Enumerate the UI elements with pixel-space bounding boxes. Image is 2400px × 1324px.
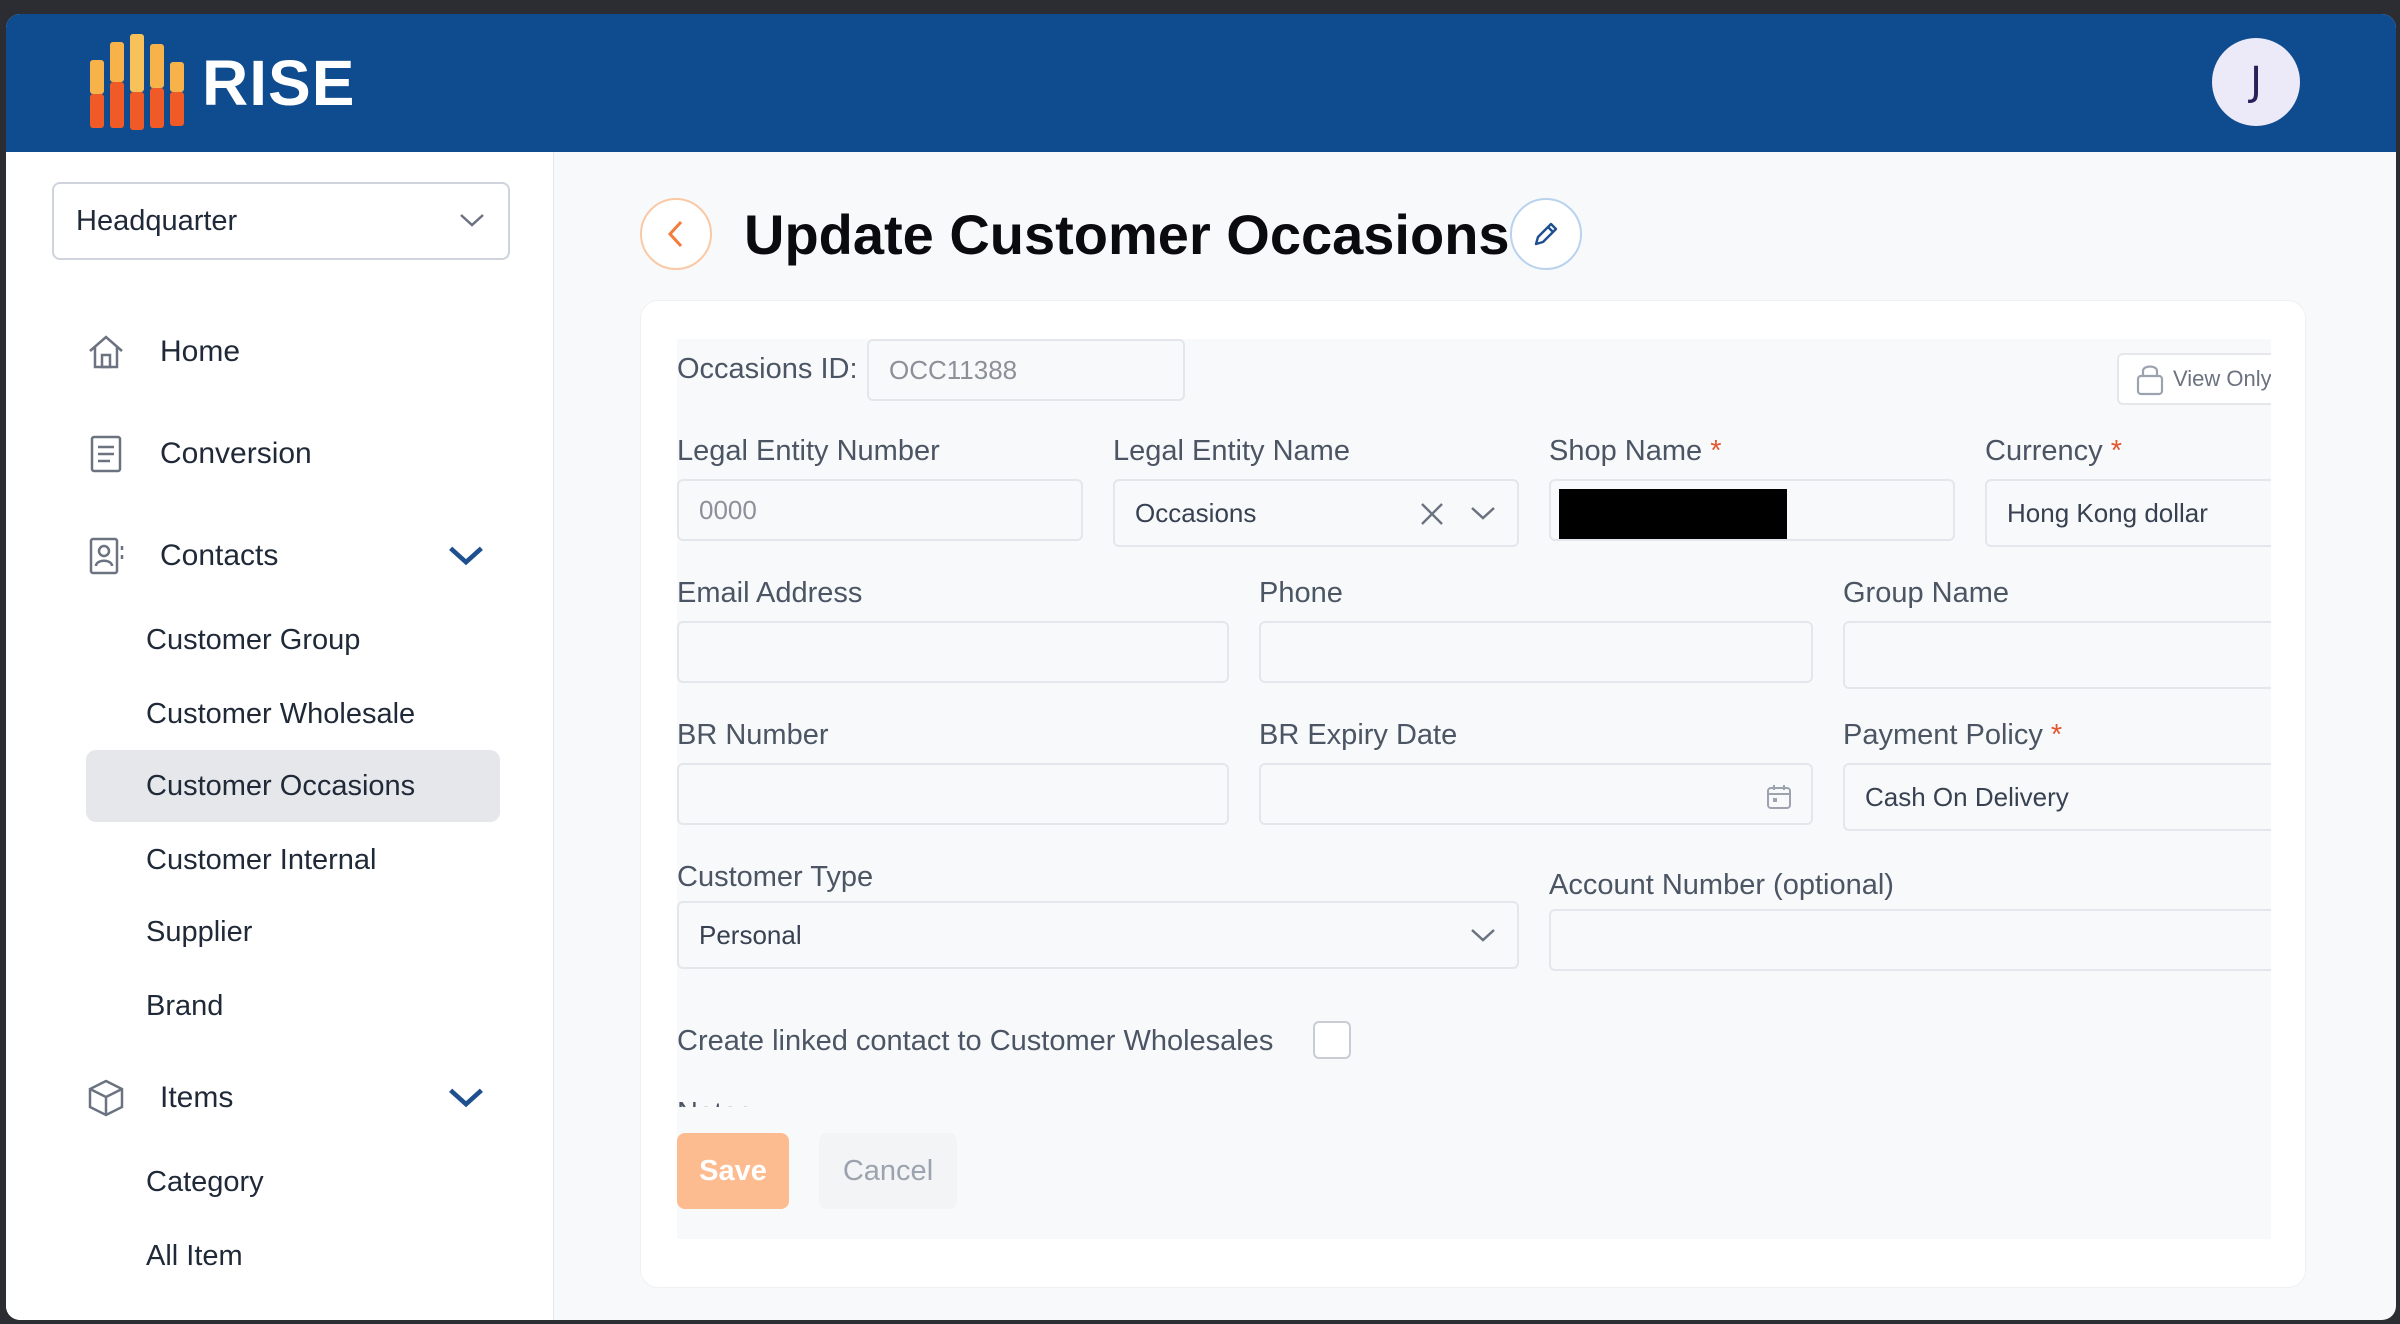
chevron-down-icon <box>460 214 484 227</box>
app-window: RISE J Headquarter Home Conversion Conta… <box>6 14 2396 1320</box>
notes-label: Notes <box>677 1093 753 1107</box>
user-avatar[interactable]: J <box>2212 38 2300 126</box>
save-button[interactable]: Save <box>677 1133 789 1209</box>
view-only-label: View Only <box>2173 366 2271 391</box>
calendar-icon[interactable] <box>1765 783 1793 811</box>
cancel-button[interactable]: Cancel <box>819 1133 957 1209</box>
chevron-left-icon <box>667 220 683 248</box>
box-icon <box>88 1079 124 1117</box>
contacts-icon <box>89 537 124 575</box>
br-expiry-label: BR Expiry Date <box>1259 719 1458 751</box>
sidebar: Headquarter Home Conversion Contacts Cus… <box>6 152 554 1320</box>
shop-name-label: Shop Name * <box>1549 435 1722 468</box>
sidebar-item-label: All Item <box>146 1239 243 1272</box>
chevron-down-icon <box>1471 507 1495 520</box>
email-input[interactable] <box>677 621 1229 683</box>
occasions-id-label: Occasions ID: <box>677 353 858 385</box>
chevron-down-icon <box>449 1088 483 1108</box>
payment-policy-select[interactable]: Cash On Delivery <box>1843 763 2271 831</box>
chevron-down-icon <box>449 546 483 566</box>
phone-label: Phone <box>1259 577 1343 609</box>
sidebar-item-contacts[interactable]: Contacts <box>86 536 506 576</box>
currency-label: Currency * <box>1985 435 2122 468</box>
sidebar-item-label: Customer Group <box>146 623 361 656</box>
lock-icon <box>2136 365 2164 396</box>
redacted-value <box>1559 489 1787 539</box>
sidebar-item-items[interactable]: Items <box>86 1078 506 1118</box>
sidebar-item-brand[interactable]: Brand <box>86 970 500 1042</box>
account-number-input[interactable] <box>1549 909 2271 971</box>
sidebar-item-all-item[interactable]: All Item <box>86 1220 500 1292</box>
branch-select[interactable]: Headquarter <box>52 182 510 260</box>
customer-type-value: Personal <box>699 919 802 950</box>
sidebar-item-label: Customer Occasions <box>146 769 416 802</box>
sidebar-item-category[interactable]: Category <box>86 1146 500 1218</box>
pencil-icon <box>1534 222 1558 246</box>
sidebar-item-label: Customer Internal <box>146 843 377 876</box>
app-name: RISE <box>202 47 356 119</box>
sidebar-item-label: Contacts <box>160 539 279 572</box>
phone-input[interactable] <box>1259 621 1813 683</box>
shop-name-input[interactable] <box>1549 479 1955 541</box>
clear-icon[interactable] <box>1419 501 1445 527</box>
currency-label-text: Currency <box>1985 435 2103 467</box>
sidebar-item-home[interactable]: Home <box>86 332 240 372</box>
legal-entity-name-select[interactable]: Occasions <box>1113 479 1519 547</box>
currency-select[interactable]: Hong Kong dollar <box>1985 479 2271 547</box>
sidebar-item-label: Customer Wholesale <box>146 697 416 730</box>
rise-logo-icon <box>90 34 184 130</box>
sidebar-item-customer-wholesale[interactable]: Customer Wholesale <box>86 678 500 750</box>
account-number-label: Account Number (optional) <box>1549 869 1894 901</box>
form-card: Occasions ID: OCC11388 View Only Legal E… <box>640 300 2306 1288</box>
sidebar-item-customer-group[interactable]: Customer Group <box>86 604 500 676</box>
linked-contact-checkbox[interactable] <box>1313 1021 1351 1059</box>
required-mark: * <box>2050 719 2063 751</box>
sidebar-item-label: Home <box>160 335 241 368</box>
group-name-select[interactable] <box>1843 621 2271 689</box>
occasions-id-field: OCC11388 <box>867 339 1185 401</box>
required-mark: * <box>1710 435 1722 467</box>
br-number-label: BR Number <box>677 719 829 751</box>
top-bar: RISE J <box>6 14 2396 152</box>
home-icon <box>89 335 123 369</box>
back-button[interactable] <box>640 198 712 270</box>
legal-entity-number-input[interactable]: 0000 <box>677 479 1083 541</box>
group-name-label: Group Name <box>1843 577 2010 609</box>
legal-entity-name-label: Legal Entity Name <box>1113 435 1350 467</box>
sidebar-item-supplier[interactable]: Supplier <box>86 896 500 968</box>
payment-policy-label-text: Payment Policy <box>1843 719 2043 751</box>
shop-name-label-text: Shop Name <box>1549 435 1703 467</box>
branch-select-value: Headquarter <box>76 204 238 237</box>
sidebar-item-customer-occasions[interactable]: Customer Occasions <box>86 750 500 822</box>
linked-contact-label: Create linked contact to Customer Wholes… <box>677 1025 1274 1057</box>
sidebar-item-label: Supplier <box>146 915 253 948</box>
customer-type-label: Customer Type <box>677 861 874 893</box>
legal-entity-name-value: Occasions <box>1135 497 1257 528</box>
sidebar-item-label: Conversion <box>160 437 312 470</box>
sidebar-item-conversion[interactable]: Conversion <box>86 434 312 474</box>
sidebar-item-label: Items <box>160 1081 234 1114</box>
br-number-input[interactable] <box>677 763 1229 825</box>
br-expiry-date-input[interactable] <box>1259 763 1813 825</box>
customer-form: Occasions ID: OCC11388 View Only Legal E… <box>677 339 2271 1239</box>
view-only-toggle[interactable]: View Only <box>2117 353 2271 405</box>
edit-button[interactable] <box>1510 198 1582 270</box>
legal-entity-number-label: Legal Entity Number <box>677 435 940 467</box>
app-logo[interactable]: RISE <box>88 34 355 132</box>
payment-policy-label: Payment Policy * <box>1843 719 2062 752</box>
customer-type-select[interactable]: Personal <box>677 901 1519 969</box>
sidebar-item-label: Brand <box>146 989 224 1022</box>
sidebar-item-customer-internal[interactable]: Customer Internal <box>86 824 500 896</box>
sidebar-item-label: Category <box>146 1165 264 1198</box>
required-mark: * <box>2110 435 2123 467</box>
email-label: Email Address <box>677 577 863 609</box>
chevron-down-icon <box>1471 929 1495 942</box>
document-icon <box>90 435 122 473</box>
page-title: Update Customer Occasions <box>744 203 1510 266</box>
